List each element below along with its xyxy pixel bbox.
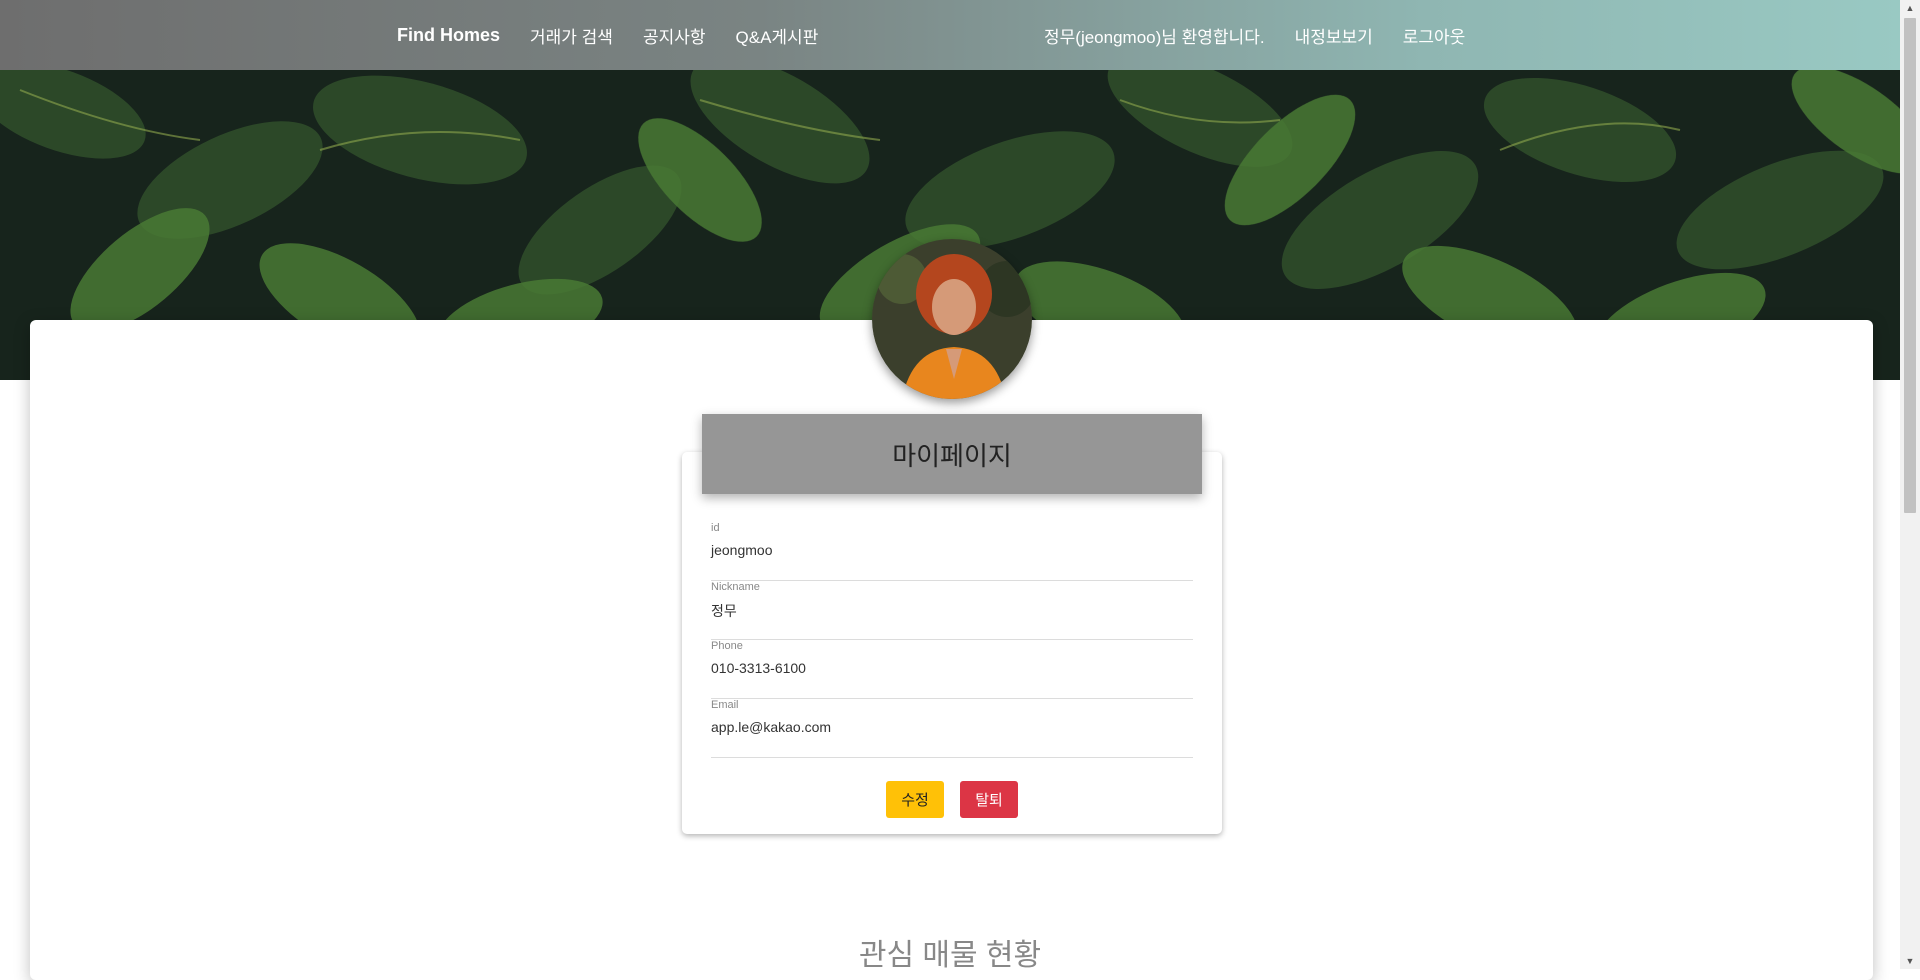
scroll-up-arrow-icon[interactable]: ▲ — [1900, 0, 1920, 16]
nav-link-logout[interactable]: 로그아웃 — [1403, 23, 1466, 48]
id-field[interactable]: id jeongmoo — [711, 522, 1193, 581]
email-field[interactable]: Email app.le@kakao.com — [711, 699, 1193, 758]
profile-title: 마이페이지 — [702, 414, 1202, 494]
vertical-scrollbar[interactable]: ▲ ▼ — [1900, 0, 1920, 969]
avatar-image — [872, 239, 1032, 399]
id-value: jeongmoo — [711, 542, 773, 558]
brand-logo[interactable]: Find Homes — [397, 25, 500, 46]
email-value: app.le@kakao.com — [711, 719, 832, 735]
phone-label: Phone — [711, 640, 743, 652]
nickname-value: 정무 — [711, 603, 737, 619]
nickname-field[interactable]: Nickname 정무 — [711, 581, 1193, 640]
nav-link-my-info[interactable]: 내정보보기 — [1295, 23, 1373, 48]
edit-button[interactable]: 수정 — [886, 781, 944, 818]
nickname-label: Nickname — [711, 581, 760, 593]
nav-left: Find Homes 거래가 검색 공지사항 Q&A게시판 — [397, 0, 818, 70]
scroll-thumb[interactable] — [1904, 18, 1916, 513]
top-navbar: Find Homes 거래가 검색 공지사항 Q&A게시판 정무(jeongmo… — [0, 0, 1900, 70]
email-label: Email — [711, 699, 739, 711]
phone-field[interactable]: Phone 010-3313-6100 — [711, 640, 1193, 699]
phone-value: 010-3313-6100 — [711, 660, 806, 676]
interest-listings-title: 관심 매물 현황 — [858, 939, 1042, 972]
withdraw-button[interactable]: 탈퇴 — [960, 781, 1018, 818]
welcome-text: 정무(jeongmoo)님 환영합니다. — [1044, 27, 1265, 47]
id-label: id — [711, 522, 720, 534]
nav-link-qna[interactable]: Q&A게시판 — [736, 23, 819, 48]
scroll-down-arrow-icon[interactable]: ▼ — [1900, 953, 1920, 969]
nav-link-price-search[interactable]: 거래가 검색 — [530, 23, 613, 48]
profile-avatar — [872, 239, 1032, 399]
nav-right: 정무(jeongmoo)님 환영합니다. 내정보보기 로그아웃 — [1044, 0, 1465, 70]
nav-link-notice[interactable]: 공지사항 — [643, 23, 706, 48]
